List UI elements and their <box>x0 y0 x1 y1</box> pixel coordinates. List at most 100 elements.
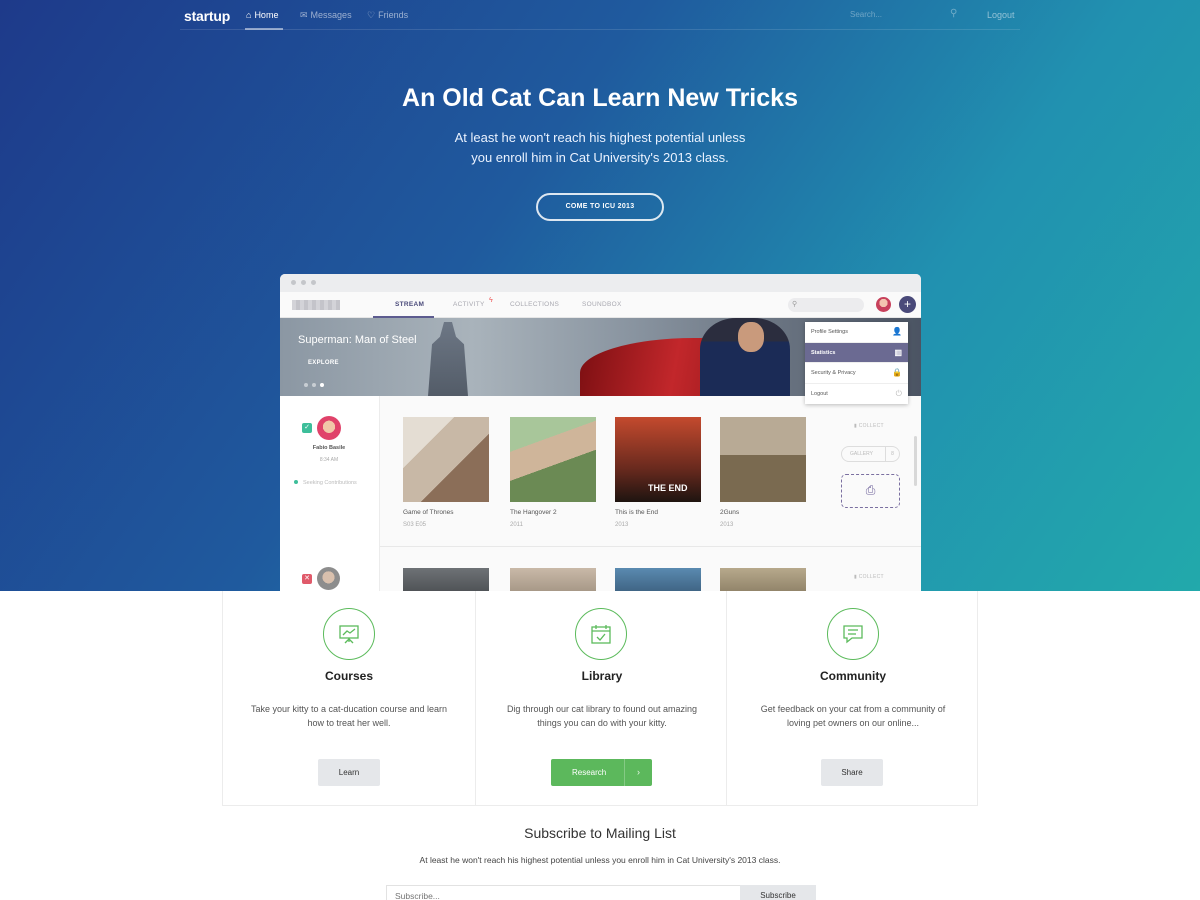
chat-bubble-icon <box>827 608 879 660</box>
search-icon: ⚲ <box>792 301 798 308</box>
lightning-icon: ϟ <box>489 297 493 304</box>
media-thumbnail[interactable] <box>403 568 489 591</box>
dropdown-item-label: Security & Privacy <box>811 370 856 376</box>
media-subtitle: 2013 <box>615 522 629 528</box>
nav-search-input[interactable]: Search... <box>850 10 882 19</box>
media-thumbnail[interactable] <box>615 568 701 591</box>
avatar[interactable] <box>317 567 340 590</box>
lock-icon: 🔒 <box>892 368 902 377</box>
learn-button[interactable]: Learn <box>318 759 380 786</box>
chevron-right-icon: › <box>624 759 652 786</box>
hero-title: An Old Cat Can Learn New Tricks <box>402 84 798 112</box>
carousel-dot[interactable] <box>304 383 308 387</box>
collect-button[interactable]: ▮ COLLECT <box>854 574 884 580</box>
power-icon: ⏻ <box>895 388 902 398</box>
tab-soundbox[interactable]: SOUNDBOX <box>582 301 622 308</box>
feature-description: Take your kitty to a cat-ducation course… <box>250 704 448 728</box>
upload-file-icon: ⎙ <box>865 483 876 497</box>
add-button[interactable]: + <box>899 296 916 313</box>
feature-courses: Courses Take your kitty to a cat-ducatio… <box>223 591 475 806</box>
nav-item-label: Friends <box>378 10 409 20</box>
top-navbar: startup ⌂ Home ✉ Messages ♡ Friends Search.… <box>180 0 1020 30</box>
scrollbar[interactable] <box>914 436 917 486</box>
collect-button[interactable]: ▮ COLLECT <box>854 423 884 429</box>
gallery-button[interactable]: GALLERY 8 <box>841 446 900 462</box>
nav-item-home[interactable]: ⌂ Home <box>246 10 278 20</box>
check-icon[interactable]: ✓ <box>302 423 312 433</box>
nav-item-friends[interactable]: ♡ Friends <box>367 10 408 21</box>
hero-subtitle-line: At least he won't reach his highest pote… <box>454 130 746 145</box>
share-button[interactable]: Share <box>821 759 883 786</box>
media-title: The Hangover 2 <box>510 509 557 516</box>
mockup-header: STREAM ACTIVITY ϟ COLLECTIONS SOUNDBOX ⚲… <box>280 292 921 318</box>
gallery-label: GALLERY <box>850 451 873 457</box>
gallery-count: 8 <box>885 447 899 461</box>
carousel-dot[interactable] <box>312 383 316 387</box>
avatar[interactable] <box>317 416 341 440</box>
research-button[interactable]: Research › <box>551 759 652 786</box>
tab-activity[interactable]: ACTIVITY <box>453 301 485 308</box>
mockup-sidebar: ✓ Fabio Basile 8:34 AM Seeking Contribut… <box>280 396 380 591</box>
status-dot-icon <box>294 480 298 484</box>
poster-title: THE END <box>648 483 688 493</box>
app-mockup: STREAM ACTIVITY ϟ COLLECTIONS SOUNDBOX ⚲… <box>280 274 921 591</box>
profile-dropdown: Profile Settings 👤 Statistics ▥ Security &… <box>805 322 908 404</box>
media-subtitle: 2013 <box>720 522 734 528</box>
row-divider <box>380 546 921 547</box>
tab-stream[interactable]: STREAM <box>395 301 424 308</box>
banner-title: Superman: Man of Steel <box>298 334 417 346</box>
location-pin-icon[interactable]: ⚲ <box>950 8 957 19</box>
avatar[interactable] <box>876 297 891 312</box>
dropdown-item-label: Logout <box>811 390 828 397</box>
brand-logo[interactable]: startup <box>184 8 230 24</box>
media-thumbnail[interactable] <box>510 568 596 591</box>
media-title: This is the End <box>615 509 658 516</box>
media-thumbnail <box>720 417 806 502</box>
presentation-board-icon <box>323 608 375 660</box>
subscribe-description: At least he won't reach his highest pote… <box>419 855 781 865</box>
nav-active-indicator <box>245 28 283 30</box>
banner-face-image <box>738 322 764 352</box>
feature-description: Dig through our cat library to found out… <box>506 704 698 728</box>
explore-link[interactable]: EXPLORE <box>308 360 339 366</box>
hero-section: startup ⌂ Home ✉ Messages ♡ Friends Search.… <box>0 0 1200 591</box>
hero-subtitle-line: you enroll him in Cat University's 2013 … <box>471 150 729 165</box>
banner-building-image <box>428 322 468 396</box>
mockup-content: Game of Thrones S03 E05 The Hangover 2 2… <box>380 396 921 591</box>
collect-label: COLLECT <box>858 423 884 429</box>
carousel-dot-active[interactable] <box>320 383 324 387</box>
subscribe-title: Subscribe to Mailing List <box>524 825 676 841</box>
media-title: 2Guns <box>720 509 740 516</box>
mockup-search-input[interactable] <box>788 298 864 312</box>
window-dot <box>291 280 296 285</box>
media-thumbnail[interactable] <box>720 568 806 591</box>
collect-label: COLLECT <box>858 574 884 580</box>
dropdown-item-logout[interactable]: Logout ⏻ <box>805 384 908 405</box>
mockup-logo <box>292 300 340 310</box>
envelope-icon: ✉ <box>300 10 308 20</box>
dropdown-item-security[interactable]: Security & Privacy 🔒 <box>805 363 908 384</box>
subscribe-email-input[interactable] <box>386 885 741 900</box>
user-name: Fabio Basile <box>312 445 346 451</box>
feature-community: Community Get feedback on your cat from … <box>727 591 979 806</box>
home-icon: ⌂ <box>246 10 252 20</box>
feature-title: Library <box>581 669 623 683</box>
tab-collections[interactable]: COLLECTIONS <box>510 301 559 308</box>
window-dot <box>311 280 316 285</box>
dropdown-item-statistics[interactable]: Statistics ▥ <box>805 342 908 363</box>
upload-dropzone[interactable]: ⎙ <box>841 474 900 508</box>
feature-title: Courses <box>324 669 374 683</box>
subscribe-button[interactable]: Subscribe <box>740 885 816 900</box>
media-title: Game of Thrones <box>403 509 454 516</box>
feature-description: Get feedback on your cat from a communit… <box>760 704 946 728</box>
user-status: Seeking Contributions <box>294 480 357 486</box>
nav-logout-link[interactable]: Logout <box>987 10 1015 20</box>
hero-cta-button[interactable]: COME TO ICU 2013 <box>536 193 664 221</box>
feature-title: Community <box>820 669 886 683</box>
nav-item-messages[interactable]: ✉ Messages <box>300 10 352 21</box>
feature-library: Library Dig through our cat library to f… <box>475 591 727 806</box>
close-icon[interactable]: ✕ <box>302 574 312 584</box>
dropdown-item-profile-settings[interactable]: Profile Settings 👤 <box>805 322 908 343</box>
dropdown-item-label: Statistics <box>811 349 836 356</box>
heart-icon: ♡ <box>367 10 376 20</box>
